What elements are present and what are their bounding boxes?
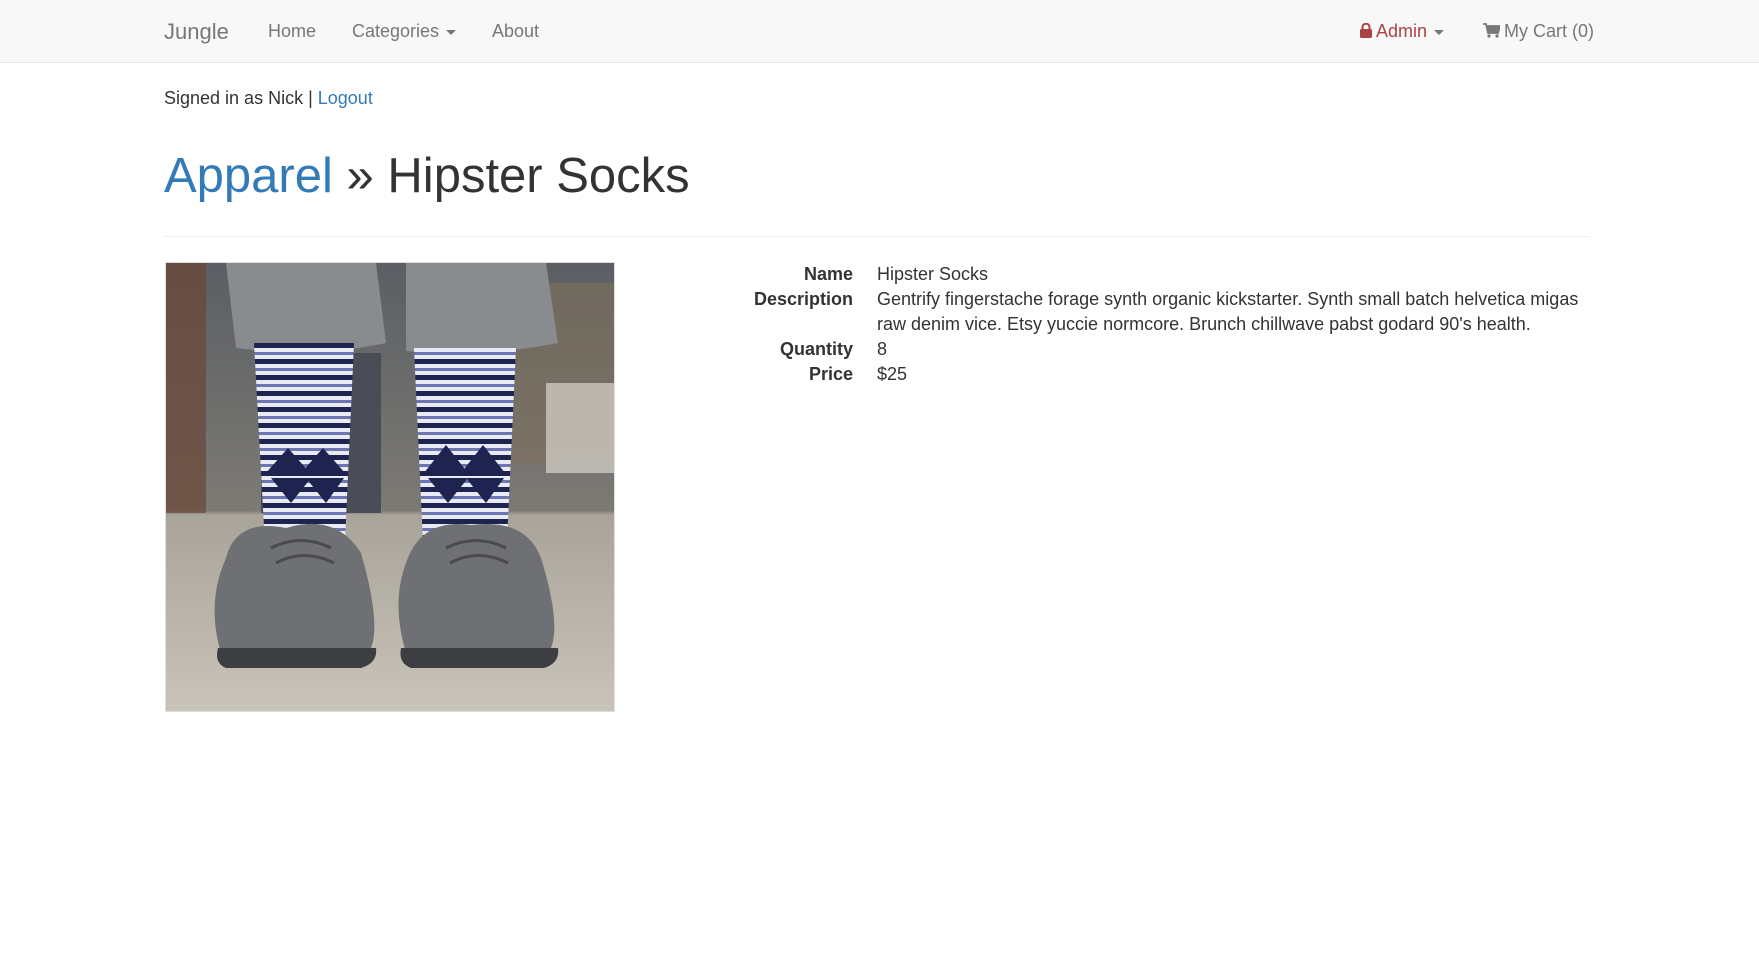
shopping-cart-icon: [1483, 23, 1500, 38]
detail-row-description: Description Gentrify fingerstache forage…: [660, 287, 1590, 337]
top-navbar: Jungle Home Categories About Admin My Ca…: [0, 0, 1759, 63]
nav-about[interactable]: About: [492, 0, 539, 63]
detail-row-name: Name Hipster Socks: [660, 262, 1590, 287]
page-title: Apparel » Hipster Socks: [164, 149, 1590, 204]
detail-label: Name: [803, 264, 853, 284]
nav-cart-label: My Cart (0): [1504, 21, 1594, 41]
detail-label: Price: [808, 364, 853, 384]
product-image: [165, 262, 615, 712]
product-title: Hipster Socks: [387, 149, 690, 203]
detail-label: Description: [753, 289, 853, 309]
breadcrumb-separator: »: [346, 149, 374, 203]
detail-value: 8: [877, 339, 888, 359]
detail-value: Hipster Socks: [877, 264, 989, 284]
chevron-down-icon: [446, 29, 457, 35]
detail-value: Gentrify fingerstache forage synth organ…: [877, 289, 1579, 334]
logout-link[interactable]: Logout: [318, 88, 373, 108]
nav-categories-label: Categories: [352, 21, 440, 41]
signed-in-text: Signed in as Nick |: [164, 88, 313, 108]
lock-icon: [1360, 23, 1372, 38]
nav-home[interactable]: Home: [268, 0, 316, 63]
brand-link[interactable]: Jungle: [164, 0, 229, 63]
product-photo-socks-icon: [166, 263, 614, 711]
page-header: Apparel » Hipster Socks: [164, 149, 1590, 237]
detail-row-price: Price $25: [660, 362, 1590, 387]
nav-admin-dropdown[interactable]: Admin: [1360, 0, 1445, 63]
nav-categories-dropdown[interactable]: Categories: [352, 0, 457, 63]
nav-admin-label: Admin: [1376, 21, 1428, 41]
detail-value: $25: [877, 364, 908, 384]
category-link[interactable]: Apparel: [164, 149, 333, 203]
nav-cart[interactable]: My Cart (0): [1483, 0, 1594, 63]
product-details: Name Hipster Socks Description Gentrify …: [660, 262, 1590, 387]
session-status: Signed in as Nick | Logout: [164, 88, 373, 109]
detail-label: Quantity: [779, 339, 853, 359]
chevron-down-icon: [1434, 29, 1445, 35]
detail-row-quantity: Quantity 8: [660, 337, 1590, 362]
